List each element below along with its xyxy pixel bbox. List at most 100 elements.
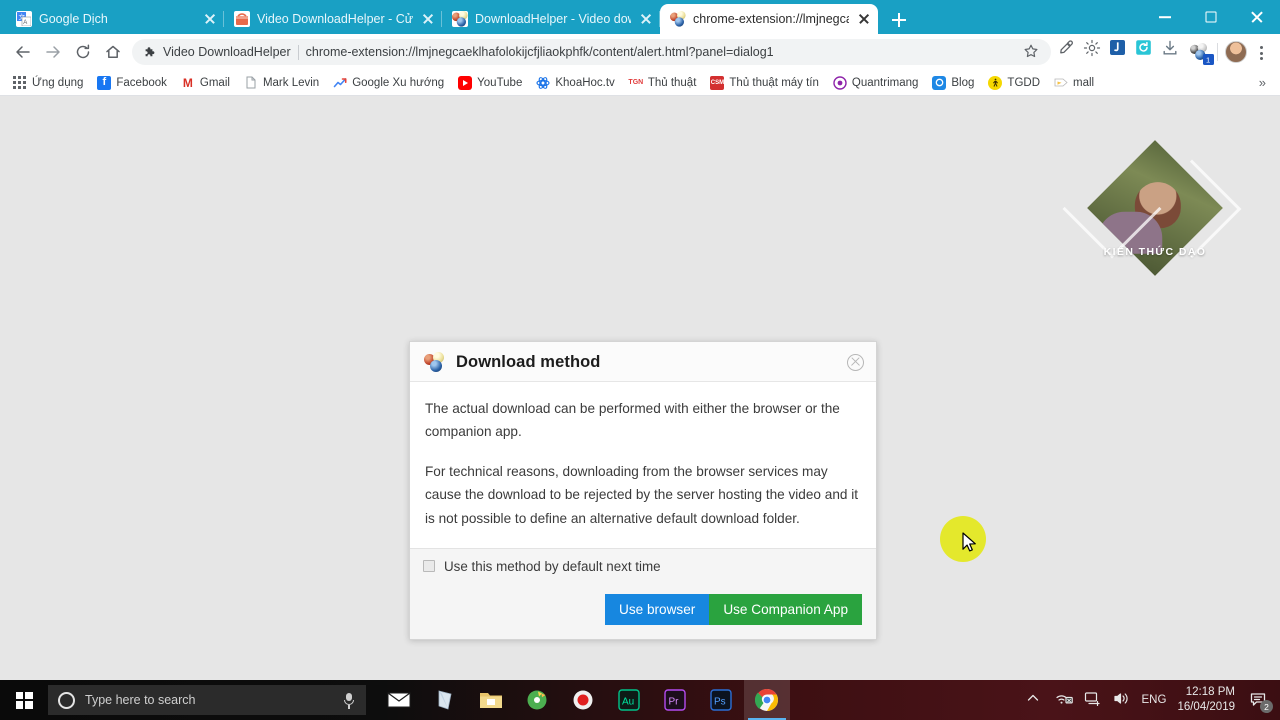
use-browser-button[interactable]: Use browser <box>605 593 710 626</box>
back-arrow-icon[interactable] <box>8 37 38 67</box>
download-extension-icon[interactable] <box>1161 39 1187 65</box>
bookmark-tgdd[interactable]: TGDD <box>981 74 1047 92</box>
bookmark-label: Thủ thuật máy tín <box>729 76 819 89</box>
network-offline-icon[interactable] <box>1055 691 1073 709</box>
eyedropper-icon[interactable] <box>1057 39 1083 65</box>
avatar[interactable] <box>1225 41 1247 63</box>
language-indicator[interactable]: ENG <box>1142 694 1167 706</box>
reload-icon[interactable] <box>68 37 98 67</box>
note-icon <box>1054 76 1068 90</box>
volume-icon[interactable] <box>1113 691 1131 709</box>
omnibox-divider <box>297 44 299 60</box>
display-icon[interactable] <box>1084 691 1102 709</box>
bookmark-facebook[interactable]: f Facebook <box>90 74 174 92</box>
gear-extension-icon[interactable] <box>1083 39 1109 65</box>
clock-time: 12:18 PM <box>1185 686 1235 699</box>
downloadhelper-extension-icon[interactable]: 1 <box>1187 39 1214 65</box>
sticky-notes-icon[interactable] <box>422 680 468 720</box>
cortana-icon[interactable] <box>58 691 75 709</box>
kebab-menu-icon[interactable] <box>1250 39 1272 65</box>
chrome-webstore-icon <box>234 11 250 27</box>
maximize-button[interactable] <box>1188 0 1234 34</box>
close-icon[interactable] <box>847 353 864 371</box>
tab-close-icon[interactable] <box>638 11 654 27</box>
extension-chip: Video DownloadHelper <box>144 45 291 59</box>
bookmark-google-trends[interactable]: Google Xu hướng <box>326 74 451 92</box>
bookmark-youtube[interactable]: YouTube <box>451 74 529 92</box>
browser-tab-4-active[interactable]: chrome-extension://lmjnegcaekl <box>660 4 878 34</box>
chevron-up-icon[interactable] <box>1026 691 1044 709</box>
bookmark-thuthuat-maytinh[interactable]: CSM Thủ thuật máy tín <box>703 74 826 92</box>
windows-start-icon[interactable] <box>0 680 48 720</box>
refresh-extension-icon[interactable] <box>1135 39 1161 65</box>
bookmarks-bar: Ứng dụng f Facebook M Gmail Mark Levin G… <box>0 70 1280 96</box>
new-tab-button[interactable] <box>884 6 914 34</box>
dialog-paragraph-2: For technical reasons, downloading from … <box>425 463 859 526</box>
home-icon[interactable] <box>98 37 128 67</box>
tab-close-icon[interactable] <box>202 11 218 27</box>
downloadhelper-balls-icon <box>424 352 446 372</box>
watermark-portrait <box>1087 140 1223 276</box>
browser-tab-2[interactable]: Video DownloadHelper - Cửa hà <box>224 4 442 34</box>
search-input[interactable]: Type here to search <box>48 685 366 715</box>
bookmark-blog[interactable]: Blog <box>925 74 981 92</box>
mouse-cursor <box>962 532 976 552</box>
taskbar-apps: Au Pr Ps <box>376 680 790 720</box>
google-chrome-icon[interactable] <box>744 680 790 720</box>
extension-chip-label: Video DownloadHelper <box>163 45 291 59</box>
dialog-paragraph-1: The actual download can be performed wit… <box>425 401 840 440</box>
default-method-checkbox-row[interactable]: Use this method by default next time <box>410 547 876 584</box>
thuthuat-icon: TGN <box>628 79 644 86</box>
bookmark-khoahoc[interactable]: KhoaHoc.tv <box>529 74 621 92</box>
youtube-icon <box>458 75 473 90</box>
browser-tab-3[interactable]: DownloadHelper - Video downlo <box>442 4 660 34</box>
star-icon[interactable] <box>1023 43 1041 61</box>
minimize-button[interactable] <box>1142 0 1188 34</box>
address-bar[interactable]: Video DownloadHelper chrome-extension://… <box>132 39 1051 65</box>
bookmark-apps[interactable]: Ứng dụng <box>6 74 90 92</box>
bookmarks-overflow-button[interactable]: » <box>1251 75 1274 90</box>
record-icon[interactable] <box>560 680 606 720</box>
file-explorer-icon[interactable] <box>468 680 514 720</box>
action-center-icon[interactable]: 2 <box>1246 680 1273 720</box>
browser-tab-label: chrome-extension://lmjnegcaekl <box>693 12 849 26</box>
chrome-browser-window: 文 A Google Dịch Video DownloadHelper <box>0 0 1280 682</box>
svg-text:Au: Au <box>622 697 634 708</box>
khoahoc-icon <box>536 76 550 90</box>
bookmark-mall[interactable]: mall <box>1047 74 1101 92</box>
bookmark-label: Blog <box>951 76 975 89</box>
browser-tab-label: DownloadHelper - Video downlo <box>475 12 631 26</box>
bookmark-mark-levin[interactable]: Mark Levin <box>237 74 326 92</box>
watermark-chevron-left-icon <box>1062 159 1162 259</box>
bookmark-gmail[interactable]: M Gmail <box>174 74 237 92</box>
default-method-label: Use this method by default next time <box>444 558 661 574</box>
dialog-title: Download method <box>456 352 601 371</box>
tab-close-icon[interactable] <box>420 11 436 27</box>
downloadhelper-icon <box>452 11 468 27</box>
bookmark-quantrimang[interactable]: Quantrimang <box>826 74 925 92</box>
tab-close-icon[interactable] <box>856 11 872 27</box>
bookmark-label: YouTube <box>477 76 523 89</box>
forward-arrow-icon[interactable] <box>38 37 68 67</box>
mail-icon[interactable] <box>376 680 422 720</box>
idm-extension-icon[interactable] <box>1109 39 1135 65</box>
taskbar-clock[interactable]: 12:18 PM 16/04/2019 <box>1177 685 1235 715</box>
use-companion-app-button[interactable]: Use Companion App <box>709 593 862 626</box>
windows-taskbar: Type here to search Au Pr Ps ENG 12:18 P… <box>0 680 1280 720</box>
cd-burner-icon[interactable] <box>514 680 560 720</box>
default-method-checkbox[interactable] <box>423 560 435 573</box>
quantrimang-icon <box>833 75 847 90</box>
window-controls <box>1142 0 1280 34</box>
close-window-button[interactable] <box>1234 0 1280 34</box>
download-method-dialog: Download method The actual download can … <box>409 341 877 641</box>
dialog-header: Download method <box>410 342 876 382</box>
bookmark-label: Mark Levin <box>262 76 320 89</box>
browser-tab-1[interactable]: 文 A Google Dịch <box>6 4 224 34</box>
adobe-photoshop-icon[interactable]: Ps <box>698 680 744 720</box>
adobe-premiere-icon[interactable]: Pr <box>652 680 698 720</box>
bookmark-thuthuat[interactable]: TGN Thủ thuật <box>622 74 704 92</box>
adobe-audition-icon[interactable]: Au <box>606 680 652 720</box>
svg-text:Ps: Ps <box>714 697 726 708</box>
google-translate-icon: 文 A <box>16 11 32 27</box>
microphone-icon[interactable] <box>342 692 356 709</box>
